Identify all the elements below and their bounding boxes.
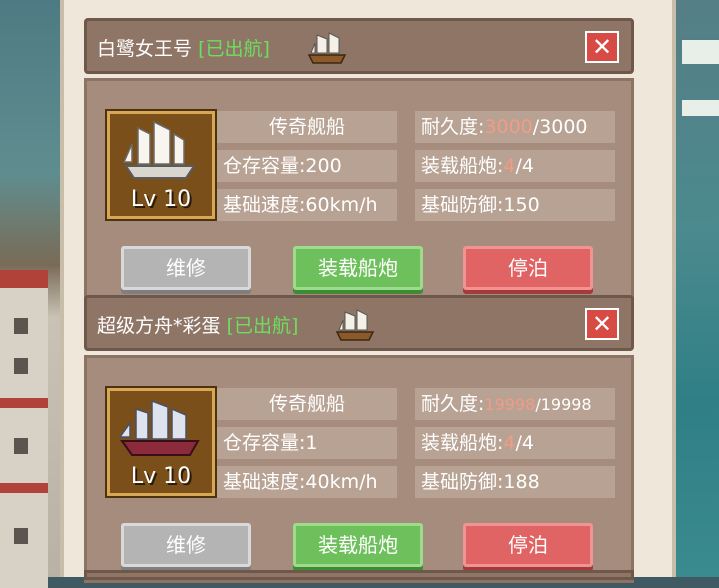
ship-status: [已出航] bbox=[226, 315, 299, 337]
cannon-current: 4 bbox=[503, 155, 516, 177]
storage-stat: 仓存容量:200 bbox=[217, 150, 397, 182]
repair-button[interactable]: 维修 bbox=[121, 246, 251, 290]
background-cloud bbox=[682, 40, 719, 64]
ship-card-body: Lv 10 传奇舰船 仓存容量:200 基础速度:60km/h 耐久度:3000… bbox=[84, 78, 634, 306]
tower-window bbox=[14, 438, 28, 454]
dock-button[interactable]: 停泊 bbox=[463, 246, 593, 290]
ship-level: Lv 10 bbox=[130, 187, 192, 212]
durability-label: 耐久度: bbox=[421, 116, 485, 138]
load-cannon-button[interactable]: 装载船炮 bbox=[293, 246, 423, 290]
defense-stat: 基础防御:188 bbox=[415, 466, 615, 498]
background-left-scenery bbox=[0, 0, 60, 588]
ship-icon bbox=[335, 309, 375, 341]
tower-window bbox=[14, 358, 28, 374]
durability-current: 19998 bbox=[484, 395, 536, 414]
durability-label: 耐久度: bbox=[421, 393, 485, 415]
speed-value: 40km/h bbox=[305, 471, 378, 493]
durability-max: /3000 bbox=[532, 116, 588, 138]
next-ship-card-edge bbox=[84, 570, 634, 580]
ship-rarity: 传奇舰船 bbox=[217, 111, 397, 143]
close-button[interactable]: ✕ bbox=[585, 31, 619, 63]
speed-label: 基础速度: bbox=[223, 194, 306, 216]
storage-label: 仓存容量: bbox=[223, 155, 306, 177]
speed-label: 基础速度: bbox=[223, 471, 306, 493]
durability-stat: 耐久度:3000/3000 bbox=[415, 111, 615, 143]
ship-icon bbox=[118, 399, 200, 456]
speed-stat: 基础速度:60km/h bbox=[217, 189, 397, 221]
ship-portrait[interactable]: Lv 10 bbox=[105, 109, 217, 221]
storage-value: 200 bbox=[305, 155, 342, 177]
ship-card-body: Lv 10 传奇舰船 仓存容量:1 基础速度:40km/h 耐久度:19998/… bbox=[84, 355, 634, 583]
defense-value: 150 bbox=[503, 194, 540, 216]
ship-icon bbox=[122, 120, 196, 179]
tower-window bbox=[14, 528, 28, 544]
speed-value: 60km/h bbox=[305, 194, 378, 216]
ship-name: 白鹭女王号 bbox=[97, 38, 193, 60]
cannon-stat: 装载船炮:4/4 bbox=[415, 150, 615, 182]
dock-button[interactable]: 停泊 bbox=[463, 523, 593, 567]
durability-stat: 耐久度:19998/19998 bbox=[415, 388, 615, 420]
durability-max: /19998 bbox=[535, 395, 592, 414]
ship-portrait[interactable]: Lv 10 bbox=[105, 386, 217, 498]
background-tower bbox=[0, 270, 48, 588]
cannon-current: 4 bbox=[503, 432, 516, 454]
ship-level: Lv 10 bbox=[130, 464, 192, 489]
tower-band bbox=[0, 483, 48, 493]
storage-value: 1 bbox=[305, 432, 318, 454]
cannon-stat: 装载船炮:4/4 bbox=[415, 427, 615, 459]
defense-stat: 基础防御:150 bbox=[415, 189, 615, 221]
tower-band bbox=[0, 398, 48, 408]
storage-stat: 仓存容量:1 bbox=[217, 427, 397, 459]
defense-value: 188 bbox=[503, 471, 540, 493]
ship-rarity: 传奇舰船 bbox=[217, 388, 397, 420]
tower-window bbox=[14, 318, 28, 334]
cannon-label: 装载船炮: bbox=[421, 432, 504, 454]
ship-card-header: 白鹭女王号 [已出航] ✕ bbox=[84, 18, 634, 74]
repair-button[interactable]: 维修 bbox=[121, 523, 251, 567]
ship-card-header: 超级方舟*彩蛋 [已出航] ✕ bbox=[84, 295, 634, 351]
ship-name-line: 白鹭女王号 [已出航] bbox=[97, 34, 270, 61]
cannon-label: 装载船炮: bbox=[421, 155, 504, 177]
ship-name-line: 超级方舟*彩蛋 [已出航] bbox=[97, 311, 298, 338]
speed-stat: 基础速度:40km/h bbox=[217, 466, 397, 498]
defense-label: 基础防御: bbox=[421, 471, 504, 493]
durability-current: 3000 bbox=[484, 116, 533, 138]
background-right-sea bbox=[676, 0, 719, 577]
ship-icon bbox=[307, 32, 347, 64]
cannon-max: /4 bbox=[515, 155, 535, 177]
close-button[interactable]: ✕ bbox=[585, 308, 619, 340]
ship-status: [已出航] bbox=[198, 38, 270, 60]
storage-label: 仓存容量: bbox=[223, 432, 306, 454]
defense-label: 基础防御: bbox=[421, 194, 504, 216]
background-cloud bbox=[682, 100, 719, 116]
ship-name: 超级方舟*彩蛋 bbox=[97, 315, 221, 337]
load-cannon-button[interactable]: 装载船炮 bbox=[293, 523, 423, 567]
cannon-max: /4 bbox=[515, 432, 535, 454]
